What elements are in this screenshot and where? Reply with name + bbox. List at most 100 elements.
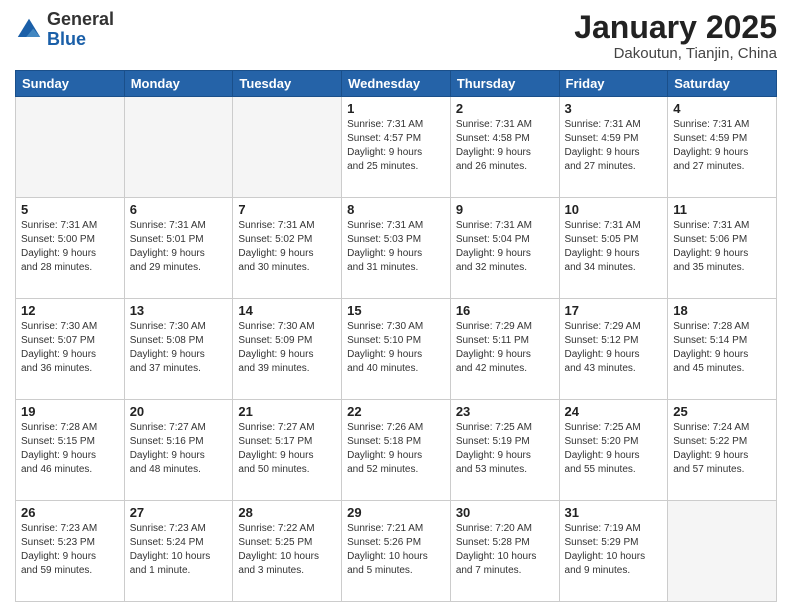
day-info: Sunrise: 7:25 AM Sunset: 5:20 PM Dayligh… <box>565 421 663 477</box>
day-cell-1-6: 11 Sunrise: 7:31 AM Sunset: 5:06 PM Dayli… <box>668 198 777 299</box>
day-info: Sunrise: 7:26 AM Sunset: 5:18 PM Dayligh… <box>347 421 445 477</box>
day-info: Sunrise: 7:31 AM Sunset: 5:03 PM Dayligh… <box>347 219 445 275</box>
week-row-4: 19 Sunrise: 7:28 AM Sunset: 5:15 PM Dayli… <box>16 400 777 501</box>
day-cell-0-0 <box>16 97 125 198</box>
day-cell-1-0: 5 Sunrise: 7:31 AM Sunset: 5:00 PM Daylig… <box>16 198 125 299</box>
week-row-5: 26 Sunrise: 7:23 AM Sunset: 5:23 PM Dayli… <box>16 501 777 602</box>
day-cell-3-6: 25 Sunrise: 7:24 AM Sunset: 5:22 PM Dayli… <box>668 400 777 501</box>
day-info: Sunrise: 7:31 AM Sunset: 4:59 PM Dayligh… <box>673 118 771 174</box>
day-number: 1 <box>347 101 445 116</box>
day-cell-0-4: 2Sunrise: 7:31 AM Sunset: 4:58 PM Daylig… <box>450 97 559 198</box>
day-info: Sunrise: 7:25 AM Sunset: 5:19 PM Dayligh… <box>456 421 554 477</box>
day-number: 8 <box>347 202 445 217</box>
day-number: 25 <box>673 404 771 419</box>
day-info: Sunrise: 7:31 AM Sunset: 5:05 PM Dayligh… <box>565 219 663 275</box>
day-cell-4-4: 30 Sunrise: 7:20 AM Sunset: 5:28 PM Dayli… <box>450 501 559 602</box>
header-friday: Friday <box>559 71 668 97</box>
day-number: 5 <box>21 202 119 217</box>
day-number: 12 <box>21 303 119 318</box>
day-number: 11 <box>673 202 771 217</box>
day-number: 23 <box>456 404 554 419</box>
day-number: 15 <box>347 303 445 318</box>
day-cell-3-5: 24 Sunrise: 7:25 AM Sunset: 5:20 PM Dayli… <box>559 400 668 501</box>
day-number: 13 <box>130 303 228 318</box>
calendar-subtitle: Dakoutun, Tianjin, China <box>574 45 777 62</box>
logo-general: General <box>47 9 114 29</box>
day-info: Sunrise: 7:30 AM Sunset: 5:09 PM Dayligh… <box>238 320 336 376</box>
week-row-1: 1Sunrise: 7:31 AM Sunset: 4:57 PM Daylig… <box>16 97 777 198</box>
logo-text: General Blue <box>47 10 114 50</box>
day-info: Sunrise: 7:31 AM Sunset: 5:06 PM Dayligh… <box>673 219 771 275</box>
day-cell-3-2: 21Sunrise: 7:27 AM Sunset: 5:17 PM Dayli… <box>233 400 342 501</box>
logo-blue: Blue <box>47 29 86 49</box>
day-number: 9 <box>456 202 554 217</box>
day-cell-4-2: 28Sunrise: 7:22 AM Sunset: 5:25 PM Dayli… <box>233 501 342 602</box>
day-info: Sunrise: 7:29 AM Sunset: 5:11 PM Dayligh… <box>456 320 554 376</box>
day-info: Sunrise: 7:31 AM Sunset: 5:04 PM Dayligh… <box>456 219 554 275</box>
day-info: Sunrise: 7:30 AM Sunset: 5:08 PM Dayligh… <box>130 320 228 376</box>
day-number: 22 <box>347 404 445 419</box>
day-info: Sunrise: 7:31 AM Sunset: 5:00 PM Dayligh… <box>21 219 119 275</box>
header-monday: Monday <box>124 71 233 97</box>
day-cell-0-1 <box>124 97 233 198</box>
day-cell-3-4: 23 Sunrise: 7:25 AM Sunset: 5:19 PM Dayli… <box>450 400 559 501</box>
day-cell-2-3: 15 Sunrise: 7:30 AM Sunset: 5:10 PM Dayli… <box>342 299 451 400</box>
header-thursday: Thursday <box>450 71 559 97</box>
day-info: Sunrise: 7:23 AM Sunset: 5:23 PM Dayligh… <box>21 522 119 578</box>
day-number: 20 <box>130 404 228 419</box>
day-info: Sunrise: 7:28 AM Sunset: 5:15 PM Dayligh… <box>21 421 119 477</box>
day-info: Sunrise: 7:27 AM Sunset: 5:17 PM Dayligh… <box>238 421 336 477</box>
header: General Blue January 2025 Dakoutun, Tian… <box>15 10 777 62</box>
day-info: Sunrise: 7:31 AM Sunset: 5:02 PM Dayligh… <box>238 219 336 275</box>
day-cell-4-0: 26 Sunrise: 7:23 AM Sunset: 5:23 PM Dayli… <box>16 501 125 602</box>
day-info: Sunrise: 7:28 AM Sunset: 5:14 PM Dayligh… <box>673 320 771 376</box>
day-number: 30 <box>456 505 554 520</box>
day-cell-0-5: 3 Sunrise: 7:31 AM Sunset: 4:59 PM Daylig… <box>559 97 668 198</box>
day-cell-1-3: 8 Sunrise: 7:31 AM Sunset: 5:03 PM Daylig… <box>342 198 451 299</box>
header-sunday: Sunday <box>16 71 125 97</box>
day-number: 14 <box>238 303 336 318</box>
day-info: Sunrise: 7:30 AM Sunset: 5:10 PM Dayligh… <box>347 320 445 376</box>
day-number: 2 <box>456 101 554 116</box>
day-cell-1-2: 7Sunrise: 7:31 AM Sunset: 5:02 PM Daylig… <box>233 198 342 299</box>
day-info: Sunrise: 7:22 AM Sunset: 5:25 PM Dayligh… <box>238 522 336 578</box>
day-cell-1-1: 6Sunrise: 7:31 AM Sunset: 5:01 PM Daylig… <box>124 198 233 299</box>
weekday-header-row: Sunday Monday Tuesday Wednesday Thursday… <box>16 71 777 97</box>
day-number: 27 <box>130 505 228 520</box>
day-info: Sunrise: 7:20 AM Sunset: 5:28 PM Dayligh… <box>456 522 554 578</box>
day-cell-4-3: 29Sunrise: 7:21 AM Sunset: 5:26 PM Dayli… <box>342 501 451 602</box>
day-cell-3-0: 19 Sunrise: 7:28 AM Sunset: 5:15 PM Dayli… <box>16 400 125 501</box>
day-number: 10 <box>565 202 663 217</box>
day-cell-0-6: 4 Sunrise: 7:31 AM Sunset: 4:59 PM Daylig… <box>668 97 777 198</box>
logo-icon <box>15 16 43 44</box>
day-info: Sunrise: 7:24 AM Sunset: 5:22 PM Dayligh… <box>673 421 771 477</box>
day-info: Sunrise: 7:23 AM Sunset: 5:24 PM Dayligh… <box>130 522 228 578</box>
week-row-3: 12 Sunrise: 7:30 AM Sunset: 5:07 PM Dayli… <box>16 299 777 400</box>
day-number: 16 <box>456 303 554 318</box>
day-cell-0-2 <box>233 97 342 198</box>
day-info: Sunrise: 7:30 AM Sunset: 5:07 PM Dayligh… <box>21 320 119 376</box>
day-info: Sunrise: 7:29 AM Sunset: 5:12 PM Dayligh… <box>565 320 663 376</box>
calendar-table: Sunday Monday Tuesday Wednesday Thursday… <box>15 70 777 602</box>
day-cell-4-6 <box>668 501 777 602</box>
day-cell-2-1: 13 Sunrise: 7:30 AM Sunset: 5:08 PM Dayli… <box>124 299 233 400</box>
day-cell-0-3: 1Sunrise: 7:31 AM Sunset: 4:57 PM Daylig… <box>342 97 451 198</box>
day-cell-2-2: 14 Sunrise: 7:30 AM Sunset: 5:09 PM Dayli… <box>233 299 342 400</box>
week-row-2: 5 Sunrise: 7:31 AM Sunset: 5:00 PM Daylig… <box>16 198 777 299</box>
day-cell-1-5: 10 Sunrise: 7:31 AM Sunset: 5:05 PM Dayli… <box>559 198 668 299</box>
day-number: 19 <box>21 404 119 419</box>
day-info: Sunrise: 7:19 AM Sunset: 5:29 PM Dayligh… <box>565 522 663 578</box>
day-number: 26 <box>21 505 119 520</box>
day-cell-3-1: 20 Sunrise: 7:27 AM Sunset: 5:16 PM Dayli… <box>124 400 233 501</box>
day-info: Sunrise: 7:21 AM Sunset: 5:26 PM Dayligh… <box>347 522 445 578</box>
day-info: Sunrise: 7:31 AM Sunset: 5:01 PM Dayligh… <box>130 219 228 275</box>
day-info: Sunrise: 7:31 AM Sunset: 4:59 PM Dayligh… <box>565 118 663 174</box>
header-saturday: Saturday <box>668 71 777 97</box>
day-number: 3 <box>565 101 663 116</box>
day-number: 24 <box>565 404 663 419</box>
day-number: 17 <box>565 303 663 318</box>
day-cell-2-5: 17 Sunrise: 7:29 AM Sunset: 5:12 PM Dayli… <box>559 299 668 400</box>
day-number: 4 <box>673 101 771 116</box>
day-cell-1-4: 9 Sunrise: 7:31 AM Sunset: 5:04 PM Daylig… <box>450 198 559 299</box>
day-info: Sunrise: 7:27 AM Sunset: 5:16 PM Dayligh… <box>130 421 228 477</box>
